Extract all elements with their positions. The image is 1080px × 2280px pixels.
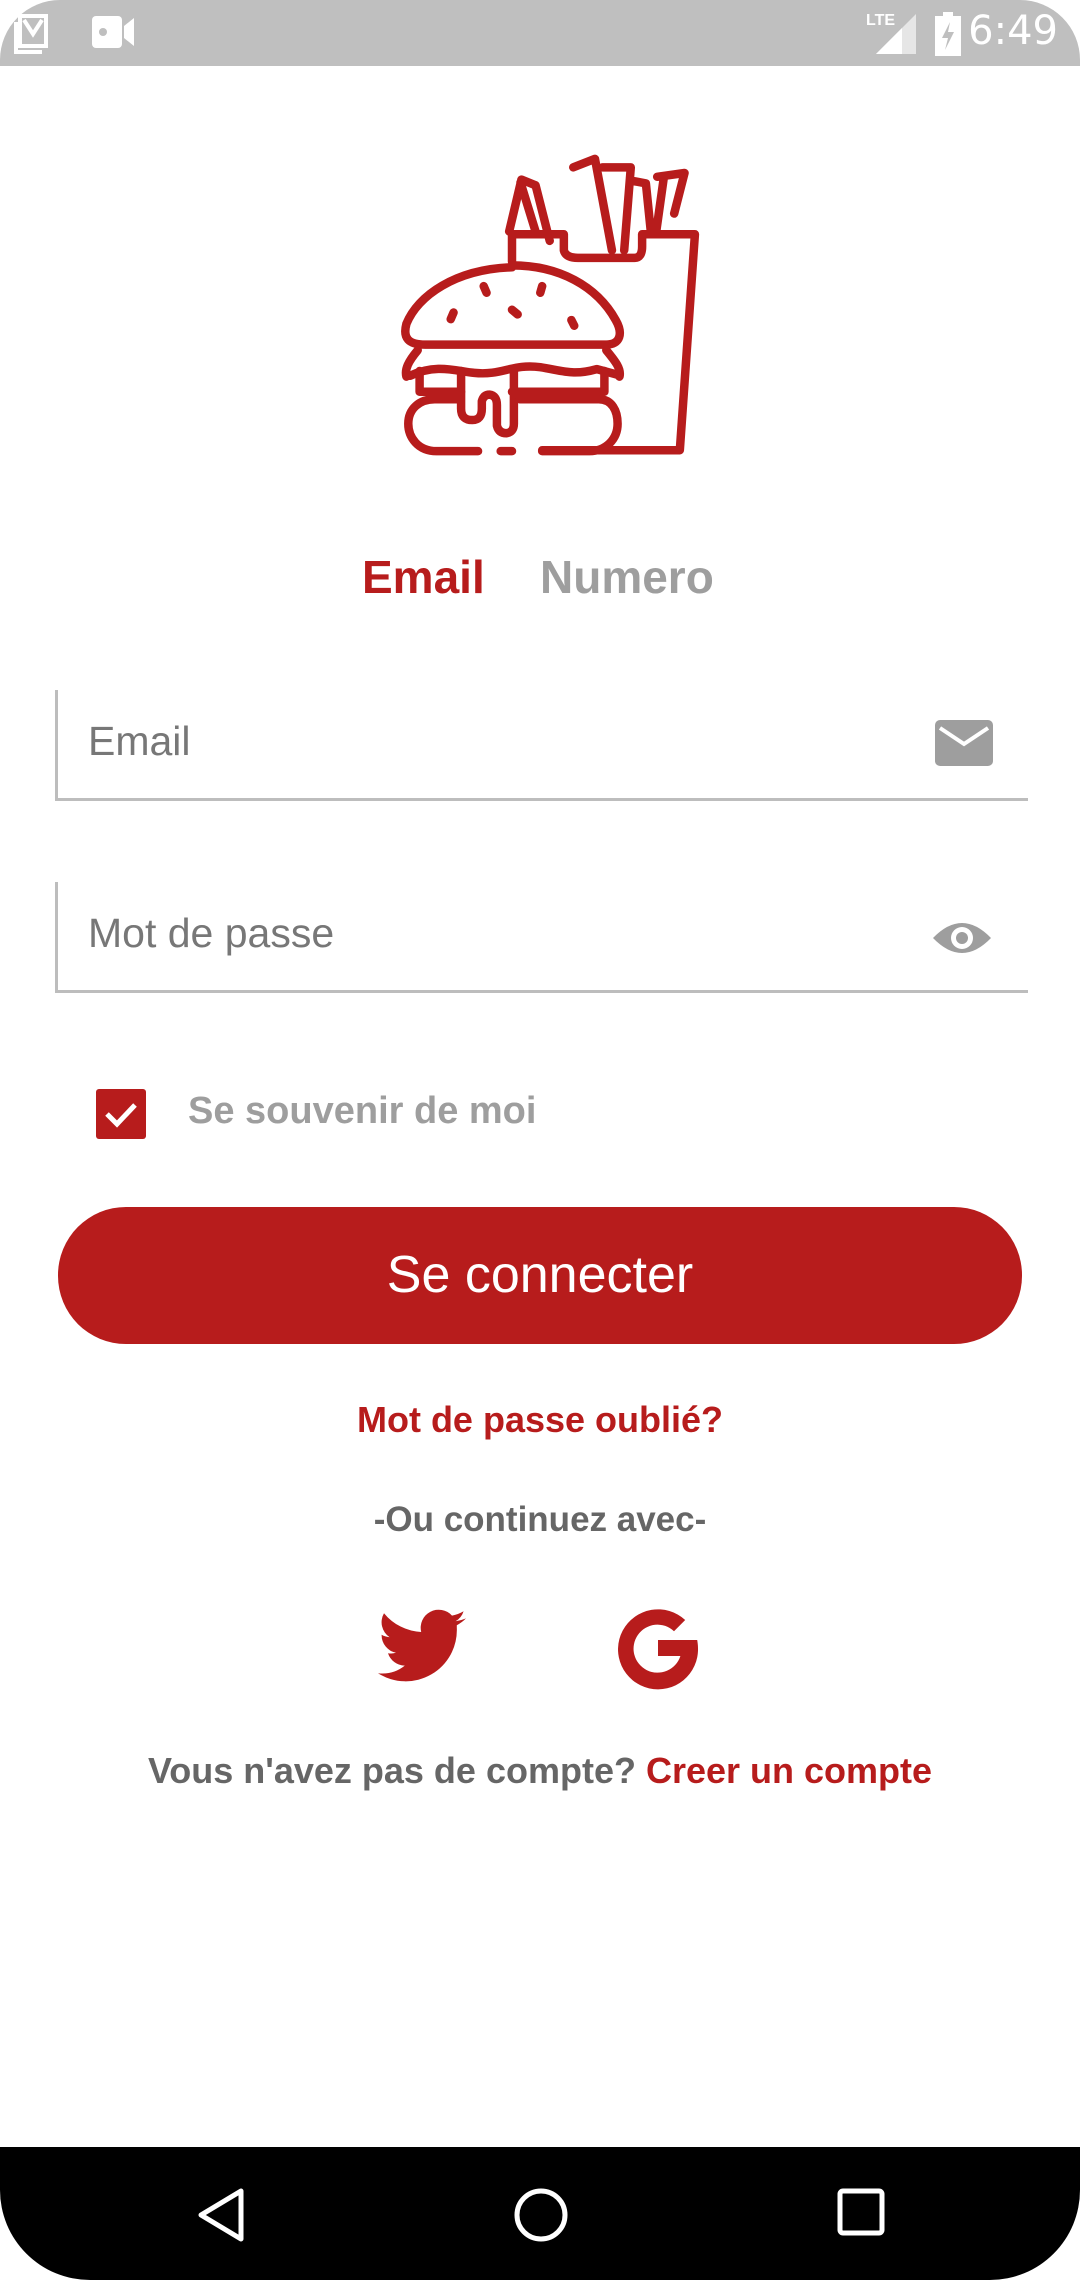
clock: 6:49 bbox=[968, 8, 1058, 54]
signup-prompt: Vous n'avez pas de compte? bbox=[147, 1750, 636, 1791]
password-placeholder: Mot de passe bbox=[88, 910, 335, 956]
email-placeholder: Email bbox=[88, 718, 191, 764]
gmail-icon bbox=[14, 14, 48, 54]
remember-checkbox[interactable] bbox=[96, 1089, 146, 1139]
home-icon[interactable] bbox=[513, 2187, 569, 2243]
signup-row: Vous n'avez pas de compte? Creer un comp… bbox=[0, 1750, 1080, 1792]
tab-numero[interactable]: Numero bbox=[540, 550, 714, 604]
lte-signal-icon bbox=[876, 14, 916, 54]
forgot-password-link[interactable]: Mot de passe oublié? bbox=[0, 1399, 1080, 1441]
login-screen: LTE 6:49 Email Numero Email Mot de passe… bbox=[0, 0, 1080, 2280]
navigation-bar bbox=[0, 2147, 1080, 2280]
login-button[interactable]: Se connecter bbox=[58, 1207, 1022, 1344]
create-account-link[interactable]: Creer un compte bbox=[646, 1750, 932, 1791]
eye-icon[interactable] bbox=[931, 916, 993, 960]
checkmark-icon bbox=[105, 1103, 137, 1128]
back-icon[interactable] bbox=[195, 2187, 247, 2243]
twitter-icon[interactable] bbox=[374, 1600, 470, 1696]
battery-charging-icon bbox=[935, 12, 961, 56]
password-field[interactable]: Mot de passe bbox=[55, 882, 1028, 993]
google-icon[interactable] bbox=[610, 1600, 706, 1696]
burger-fries-icon bbox=[401, 154, 700, 456]
tab-email[interactable]: Email bbox=[362, 550, 485, 604]
video-camera-icon bbox=[92, 16, 134, 48]
recents-icon[interactable] bbox=[836, 2187, 886, 2237]
email-field[interactable]: Email bbox=[55, 690, 1028, 801]
remember-label[interactable]: Se souvenir de moi bbox=[188, 1090, 536, 1133]
divider-text: -Ou continuez avec- bbox=[373, 1500, 707, 1539]
mail-icon bbox=[935, 720, 993, 766]
status-bar: LTE 6:49 bbox=[0, 0, 1080, 66]
